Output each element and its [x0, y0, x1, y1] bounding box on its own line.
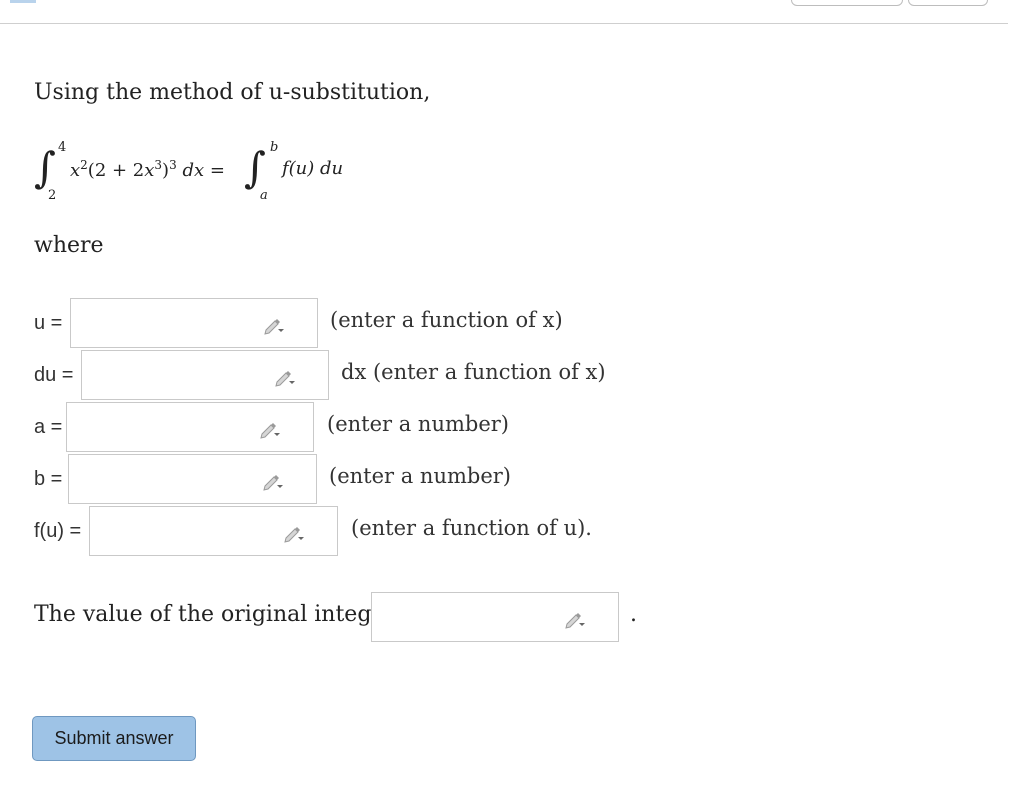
pencil-dropdown-icon[interactable] — [283, 523, 305, 543]
field-hint-du: dx (enter a function of x) — [341, 360, 606, 384]
right-integrand: f(u) du — [282, 158, 344, 179]
left-lower-limit: 2 — [48, 188, 57, 203]
answer-input-du[interactable] — [81, 350, 329, 400]
field-hint-a: (enter a number) — [327, 412, 509, 436]
top-tab-indicator — [10, 0, 36, 3]
pencil-dropdown-icon[interactable] — [263, 315, 285, 335]
field-label-b: b = — [34, 468, 63, 490]
submit-answer-button[interactable]: Submit answer — [32, 716, 196, 761]
answer-input-b[interactable] — [68, 454, 317, 504]
top-button-2[interactable] — [908, 0, 988, 6]
left-upper-limit: 4 — [58, 140, 67, 155]
field-hint-b: (enter a number) — [329, 464, 511, 488]
right-lower-limit: a — [260, 188, 268, 203]
value-prompt: The value of the original integral is — [34, 602, 428, 627]
where-text: where — [34, 233, 104, 258]
answer-input-u[interactable] — [70, 298, 318, 348]
field-label-u: u = — [34, 312, 63, 334]
field-label-fu: f(u) = — [34, 520, 82, 542]
field-label-a: a = — [34, 416, 63, 438]
pencil-dropdown-icon[interactable] — [259, 419, 281, 439]
field-hint-u: (enter a function of x) — [330, 308, 563, 332]
pencil-dropdown-icon[interactable] — [564, 609, 586, 629]
value-period: . — [630, 602, 637, 627]
answer-input-a[interactable] — [66, 402, 314, 452]
answer-input-value[interactable] — [371, 592, 619, 642]
header-divider — [0, 23, 1008, 24]
answer-input-fu[interactable] — [89, 506, 338, 556]
field-hint-fu: (enter a function of u). — [351, 516, 592, 540]
right-upper-limit: b — [270, 140, 279, 155]
top-button-1[interactable] — [791, 0, 903, 6]
pencil-dropdown-icon[interactable] — [262, 471, 284, 491]
intro-text: Using the method of u-substitution, — [34, 80, 431, 105]
left-integrand: x2(2 + 2x3)3 dx = — [70, 158, 225, 181]
field-label-du: du = — [34, 364, 74, 386]
pencil-dropdown-icon[interactable] — [274, 367, 296, 387]
